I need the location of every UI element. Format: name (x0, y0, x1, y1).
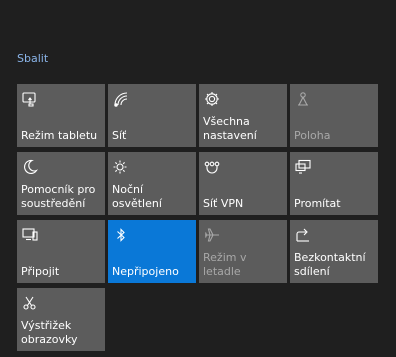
tile-label: Výstřižek obrazovky (21, 319, 78, 346)
tile-label: Režim tabletu (21, 129, 98, 142)
airplane-icon (203, 226, 221, 244)
tile-label: Režim v letadle (203, 251, 247, 278)
network-icon (112, 90, 130, 108)
nearby-sharing-icon (294, 226, 312, 244)
settings-gear-icon (203, 90, 221, 108)
tile-vpn[interactable]: Síť VPN (199, 152, 287, 215)
collapse-link[interactable]: Sbalit (17, 52, 48, 65)
moon-icon (21, 158, 39, 176)
tile-airplane-mode[interactable]: Režim v letadle (199, 220, 287, 283)
tile-night-light[interactable]: Noční osvětlení (108, 152, 196, 215)
tile-connect[interactable]: Připojit (17, 220, 105, 283)
location-icon (294, 90, 312, 108)
connect-icon (21, 226, 39, 244)
screen-snip-icon (21, 294, 39, 312)
tile-project[interactable]: Promítat (290, 152, 378, 215)
tile-all-settings[interactable]: Všechna nastavení (199, 84, 287, 147)
tile-label: Nepřipojeno (112, 265, 179, 278)
vpn-icon (203, 158, 221, 176)
tile-label: Promítat (294, 197, 341, 210)
tile-bluetooth[interactable]: Nepřipojeno (108, 220, 196, 283)
tile-location[interactable]: Poloha (290, 84, 378, 147)
tablet-mode-icon (21, 90, 39, 108)
tile-focus-assist[interactable]: Pomocník pro soustředění (17, 152, 105, 215)
tile-label: Síť VPN (203, 197, 244, 210)
tile-label: Pomocník pro soustředění (21, 183, 96, 210)
tile-label: Všechna nastavení (203, 115, 257, 142)
tile-network[interactable]: Síť (108, 84, 196, 147)
tile-label: Připojit (21, 265, 60, 278)
tile-label: Noční osvětlení (112, 183, 162, 210)
tile-nearby-sharing[interactable]: Bezkontaktní sdílení (290, 220, 378, 283)
tile-label: Síť (112, 129, 127, 142)
project-icon (294, 158, 312, 176)
tile-label: Bezkontaktní sdílení (294, 251, 366, 278)
tile-tablet-mode[interactable]: Režim tabletu (17, 84, 105, 147)
night-light-icon (112, 158, 130, 176)
tile-label: Poloha (294, 129, 331, 142)
bluetooth-icon (112, 226, 130, 244)
tile-screen-snip[interactable]: Výstřižek obrazovky (17, 288, 105, 351)
